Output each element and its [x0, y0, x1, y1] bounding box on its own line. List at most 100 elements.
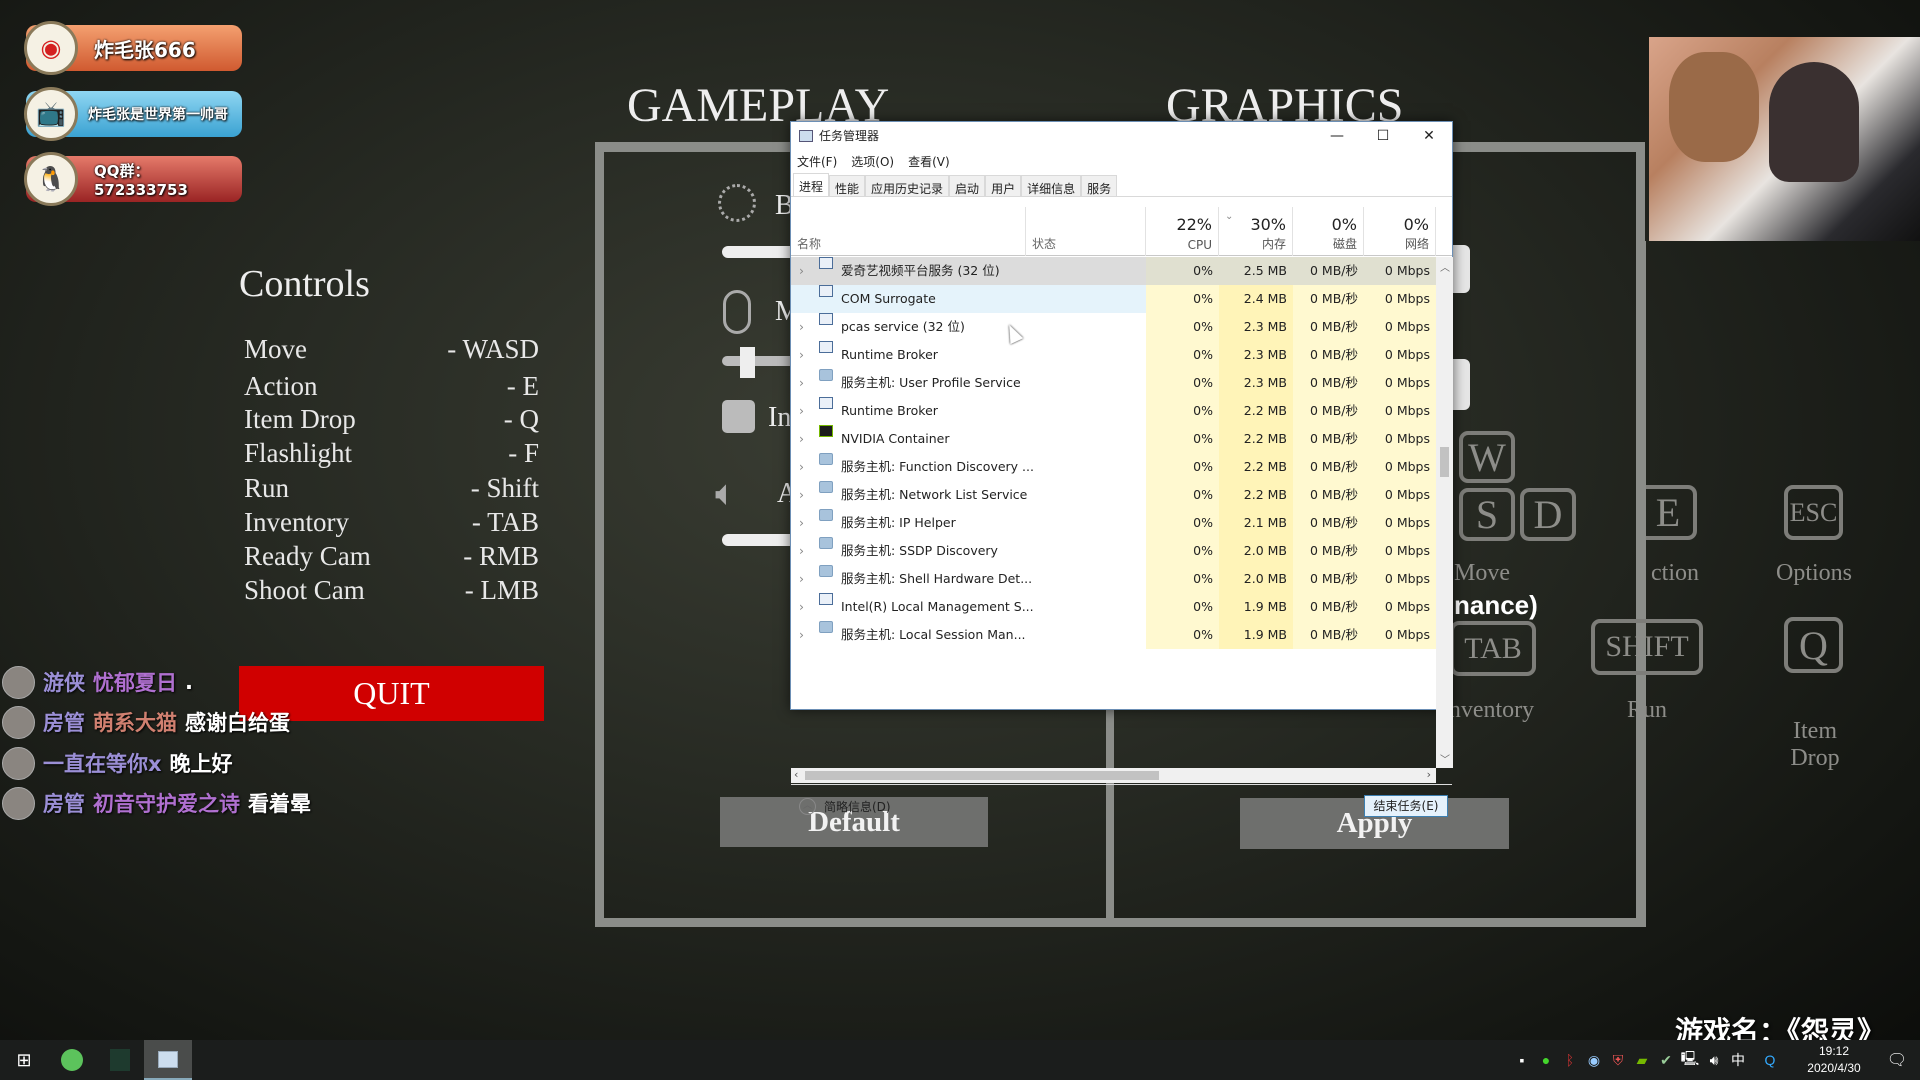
tab-services[interactable]: 服务: [1081, 175, 1118, 196]
scroll-right-icon[interactable]: ›: [1427, 768, 1431, 781]
tab-users[interactable]: 用户: [985, 175, 1022, 196]
network-drive-icon[interactable]: ✔: [1654, 1052, 1678, 1069]
scroll-thumb[interactable]: [1440, 447, 1449, 477]
header-disk[interactable]: 0% 磁盘: [1293, 207, 1364, 256]
graphics-slider-2[interactable]: [1453, 359, 1470, 410]
taskbar-app-green[interactable]: [48, 1040, 96, 1080]
tab-app-history[interactable]: 应用历史记录: [865, 175, 950, 196]
label-action: ction: [1651, 560, 1699, 586]
header-memory[interactable]: ⌄ 30% 内存: [1219, 207, 1293, 256]
process-row[interactable]: › 服务主机: Local Session Man... 0% 1.9 MB 0 MB/…: [791, 621, 1436, 649]
invert-checkbox[interactable]: [722, 400, 755, 433]
expand-chevron-icon[interactable]: ›: [799, 341, 804, 369]
expand-chevron-icon[interactable]: ›: [799, 397, 804, 425]
tab-startup[interactable]: 启动: [949, 175, 986, 196]
mouse-sensitivity-handle[interactable]: [740, 347, 755, 378]
process-name: 服务主机: Local Session Man...: [841, 627, 1026, 642]
avatar: [2, 746, 35, 780]
mouse-sensitivity-slider[interactable]: [722, 356, 790, 366]
key-w: W: [1459, 431, 1515, 483]
weibo-icon: ◉: [24, 21, 78, 75]
process-row[interactable]: › 服务主机: Shell Hardware Det... 0% 2.0 MB 0 MB…: [791, 565, 1436, 593]
process-row[interactable]: › Intel(R) Local Management S... 0% 1.9 MB 0…: [791, 593, 1436, 621]
control-key: - RMB: [463, 541, 539, 571]
expand-chevron-icon[interactable]: ›: [799, 369, 804, 397]
scroll-up-icon[interactable]: ︿: [1440, 259, 1450, 274]
audio-slider[interactable]: [722, 534, 790, 546]
clock[interactable]: 19:12 2020/4/30: [1794, 1043, 1874, 1077]
volume-icon[interactable]: 🔊︎: [1702, 1052, 1726, 1069]
nvidia-icon[interactable]: ▰: [1630, 1052, 1654, 1069]
process-row[interactable]: › 爱奇艺视频平台服务 (32 位) 0% 2.5 MB 0 MB/秒 0 Mbps: [791, 257, 1436, 285]
taskbar-app-task-manager[interactable]: [144, 1040, 192, 1080]
process-name: 服务主机: Network List Service: [841, 487, 1028, 502]
security-icon[interactable]: ⛨: [1606, 1052, 1630, 1069]
process-row[interactable]: › 服务主机: User Profile Service 0% 2.3 MB 0 MB/…: [791, 369, 1436, 397]
control-action: Action: [244, 371, 318, 401]
bilibili-badge: 📺 炸毛张是世界第一帅哥: [24, 87, 242, 141]
minimize-button[interactable]: —: [1314, 122, 1360, 149]
scroll-left-icon[interactable]: ‹: [794, 768, 798, 781]
start-button[interactable]: ⊞: [0, 1040, 48, 1080]
process-disk: 0 MB/秒: [1293, 285, 1364, 313]
bluetooth-icon[interactable]: ᛒ: [1558, 1052, 1582, 1068]
steam-icon[interactable]: ◉: [1582, 1052, 1606, 1069]
scroll-down-icon[interactable]: ﹀: [1440, 751, 1450, 766]
monitor-icon[interactable]: ▪: [1510, 1052, 1534, 1068]
header-status-label: 状态: [1032, 237, 1057, 251]
expand-chevron-icon[interactable]: ›: [799, 453, 804, 481]
process-row[interactable]: › NVIDIA Container 0% 2.2 MB 0 MB/秒 0 Mbps: [791, 425, 1436, 453]
fewer-details-button[interactable]: ︿ 简略信息(D): [799, 798, 891, 815]
process-disk: 0 MB/秒: [1293, 453, 1364, 481]
end-task-button[interactable]: 结束任务(E): [1364, 795, 1448, 817]
column-headers: 名称 状态 22% CPU ⌄ 30% 内存 0% 磁盘 0% 网络: [791, 207, 1452, 256]
process-row[interactable]: › Runtime Broker 0% 2.2 MB 0 MB/秒 0 Mbps: [791, 397, 1436, 425]
menu-file[interactable]: 文件(F): [797, 153, 837, 170]
menu-options[interactable]: 选项(O): [851, 153, 894, 170]
header-network[interactable]: 0% 网络: [1364, 207, 1436, 256]
expand-chevron-icon[interactable]: ›: [799, 481, 804, 509]
expand-chevron-icon[interactable]: ›: [799, 313, 804, 341]
expand-chevron-icon[interactable]: ›: [799, 257, 804, 285]
graphics-slider-1[interactable]: [1453, 245, 1470, 293]
title-bar[interactable]: 任务管理器 — ☐ ✕: [791, 122, 1452, 149]
header-status[interactable]: 状态: [1026, 207, 1146, 256]
expand-chevron-icon[interactable]: ›: [799, 425, 804, 453]
network-icon[interactable]: 🖳︎: [1678, 1048, 1702, 1072]
h-scroll-thumb[interactable]: [805, 771, 1159, 780]
menu-view[interactable]: 查看(V): [908, 153, 950, 170]
vertical-scrollbar[interactable]: ︿ ﹀: [1436, 257, 1453, 768]
process-row[interactable]: › 服务主机: SSDP Discovery 0% 2.0 MB 0 MB/秒 0 Mbp…: [791, 537, 1436, 565]
process-memory: 2.3 MB: [1219, 369, 1293, 397]
memory-label: 内存: [1261, 237, 1286, 251]
tab-details[interactable]: 详细信息: [1021, 175, 1082, 196]
header-cpu[interactable]: 22% CPU: [1146, 207, 1219, 256]
tab-processes[interactable]: 进程: [793, 173, 830, 196]
taskbar-app-game[interactable]: [96, 1040, 144, 1080]
header-name[interactable]: 名称: [791, 207, 1026, 256]
brightness-slider[interactable]: [722, 246, 790, 258]
expand-chevron-icon[interactable]: ›: [799, 565, 804, 593]
close-button[interactable]: ✕: [1406, 122, 1452, 149]
process-memory: 2.2 MB: [1219, 397, 1293, 425]
expand-chevron-icon[interactable]: ›: [799, 593, 804, 621]
maximize-button[interactable]: ☐: [1360, 122, 1406, 149]
tab-performance[interactable]: 性能: [829, 175, 866, 196]
horizontal-scrollbar[interactable]: ‹ ›: [791, 768, 1436, 783]
notification-icon[interactable]: 🗨︎: [1874, 1050, 1920, 1070]
process-row[interactable]: › Runtime Broker 0% 2.3 MB 0 MB/秒 0 Mbps: [791, 341, 1436, 369]
ime-indicator[interactable]: 中: [1726, 1050, 1750, 1070]
expand-chevron-icon[interactable]: ›: [799, 509, 804, 537]
control-row: Ready Cam - RMB: [244, 541, 539, 572]
process-row[interactable]: › 服务主机: IP Helper 0% 2.1 MB 0 MB/秒 0 Mbps: [791, 509, 1436, 537]
process-row[interactable]: COM Surrogate 0% 2.4 MB 0 MB/秒 0 Mbps: [791, 285, 1436, 313]
app-q-icon[interactable]: Q: [1758, 1052, 1782, 1068]
qq-icon: 🐧: [24, 152, 78, 206]
process-row[interactable]: › 服务主机: Network List Service 0% 2.2 MB 0 MB/…: [791, 481, 1436, 509]
process-row[interactable]: › 服务主机: Function Discovery ... 0% 2.2 MB 0 M…: [791, 453, 1436, 481]
process-cpu: 0%: [1146, 257, 1219, 285]
expand-chevron-icon[interactable]: ›: [799, 621, 804, 649]
expand-chevron-icon[interactable]: ›: [799, 537, 804, 565]
process-row[interactable]: › pcas service (32 位) 0% 2.3 MB 0 MB/秒 0 Mbps: [791, 313, 1436, 341]
razer-icon[interactable]: ●: [1534, 1052, 1558, 1068]
